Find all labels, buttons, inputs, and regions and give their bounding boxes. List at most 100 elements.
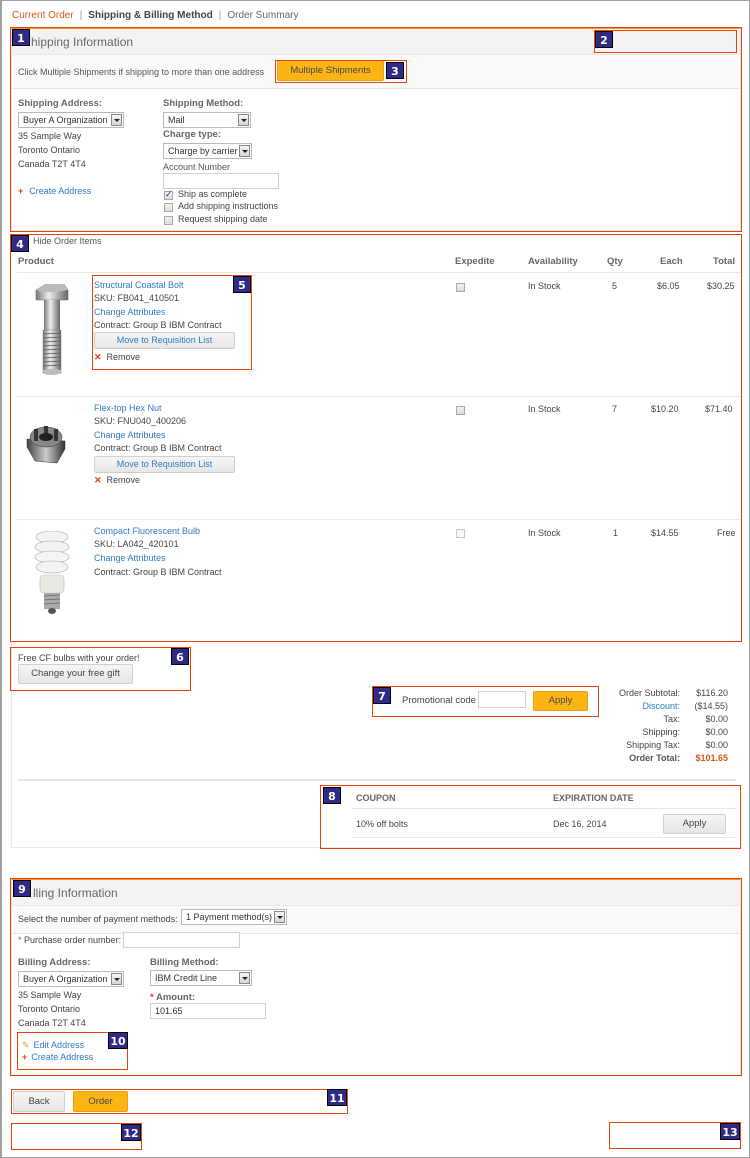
chevron-down-icon	[239, 972, 250, 984]
col-each: Each	[660, 256, 683, 267]
move-to-requisition-button[interactable]: Move to Requisition List	[94, 456, 235, 473]
order-button[interactable]: Order	[73, 1091, 128, 1112]
expiration-col-header: EXPIRATION DATE	[553, 793, 634, 803]
request-date-checkbox[interactable]	[164, 216, 173, 225]
product-name-link[interactable]: Structural Coastal Bolt	[94, 280, 184, 290]
billing-header: lling Information	[12, 880, 740, 906]
payment-count-bar: Select the number of payment methods:	[12, 906, 740, 934]
product-name-link[interactable]: Flex-top Hex Nut	[94, 403, 162, 413]
change-attributes-link[interactable]: Change Attributes	[94, 430, 166, 440]
callout-badge-12: 12	[121, 1124, 141, 1141]
shipping-address-select[interactable]: Buyer A Organization	[18, 112, 124, 128]
crumb-separator: |	[79, 10, 83, 21]
payment-count-select[interactable]: 1 Payment method(s)	[181, 909, 287, 925]
chevron-down-icon	[111, 114, 122, 126]
shipping-address-line: 35 Sample Way	[18, 131, 82, 141]
charge-type-label: Charge type:	[163, 129, 222, 140]
remove-x-icon: ✕	[94, 352, 102, 362]
product-name-link[interactable]: Compact Fluorescent Bulb	[94, 526, 200, 536]
promo-code-input[interactable]	[478, 691, 526, 708]
billing-method-select[interactable]: IBM Credit Line	[150, 970, 252, 986]
change-attributes-link[interactable]: Change Attributes	[94, 307, 166, 317]
move-to-requisition-button[interactable]: Move to Requisition List	[94, 332, 235, 349]
nut-product-image	[26, 426, 66, 464]
callout-badge-6: 6	[171, 648, 189, 665]
shipping-method-select[interactable]: Mail	[163, 112, 251, 128]
change-free-gift-button[interactable]: Change your free gift	[18, 664, 133, 684]
order-totals: Order Subtotal: $116.20 Discount: ($14.55)…	[590, 688, 730, 766]
chevron-down-icon	[239, 145, 250, 157]
callout-badge-9: 9	[13, 880, 31, 897]
billing-create-address-link[interactable]: + Create Address	[22, 1052, 93, 1062]
account-number-label: Account Number	[163, 162, 231, 172]
po-number-input[interactable]	[123, 932, 240, 948]
remove-link[interactable]: ✕ Remove	[94, 475, 140, 486]
account-number-input[interactable]	[163, 173, 279, 189]
totals-row: Discount: ($14.55)	[590, 701, 730, 714]
coupon-name: 10% off bolts	[356, 819, 408, 829]
crumb-current-order[interactable]: Current Order	[12, 10, 74, 21]
remove-label: Remove	[106, 475, 141, 485]
multiple-shipments-button[interactable]: Multiple Shipments	[277, 60, 384, 81]
ship-complete-checkbox[interactable]	[164, 189, 173, 200]
expedite-checkbox[interactable]	[456, 406, 465, 415]
order-total-value: $101.65	[695, 753, 728, 763]
availability: In Stock	[528, 281, 561, 291]
chevron-down-icon	[238, 114, 249, 126]
each-price: $14.55	[651, 528, 679, 538]
discount-link[interactable]: Discount:	[642, 701, 680, 711]
summary-divider	[18, 779, 736, 781]
totals-value: $0.00	[705, 714, 728, 724]
amount-label-text: Amount:	[155, 992, 196, 1003]
totals-row: Order Total: $101.65	[590, 753, 730, 766]
coupon-expiration: Dec 16, 2014	[553, 819, 607, 829]
expedite-checkbox[interactable]	[456, 283, 465, 292]
change-attributes-link[interactable]: Change Attributes	[94, 553, 166, 563]
hide-order-items-toggle[interactable]: Hide Order Items	[33, 236, 102, 246]
table-row: Compact Fluorescent Bulb SKU: LA042_4201…	[0, 525, 750, 635]
billing-address-line: Canada T2T 4T4	[18, 1018, 86, 1028]
billing-address-line: Toronto Ontario	[18, 1004, 81, 1014]
shipping-address-line: Canada T2T 4T4	[18, 159, 86, 169]
multi-shipment-hint: Click Multiple Shipments if shipping to …	[18, 67, 265, 77]
create-address-link[interactable]: + Create Address	[18, 186, 91, 196]
free-gift-text: Free CF bulbs with your order!	[18, 653, 140, 663]
callout-badge-2: 2	[595, 31, 613, 48]
edit-address-label: Edit Address	[33, 1040, 85, 1050]
totals-value: $116.20	[696, 688, 728, 698]
callout-badge-8: 8	[323, 787, 341, 804]
callout-badge-4: 4	[11, 235, 29, 252]
shipping-header: hipping Information	[12, 29, 740, 55]
product-sku: SKU: FB041_410501	[94, 293, 180, 303]
billing-address-label: Billing Address:	[18, 957, 91, 968]
promo-apply-button[interactable]: Apply	[533, 691, 588, 711]
coupon-row: 10% off bolts Dec 16, 2014 Apply	[352, 810, 736, 838]
billing-address-select[interactable]: Buyer A Organization	[18, 971, 124, 987]
shipping-title: hipping Information	[31, 35, 134, 49]
po-number-label-text: Purchase order number:	[24, 935, 122, 945]
bulb-product-image	[34, 531, 70, 614]
totals-label: Order Subtotal:	[618, 688, 680, 698]
table-header-divider	[17, 272, 741, 273]
callout-badge-5: 5	[233, 276, 251, 293]
remove-link[interactable]: ✕ Remove	[94, 352, 140, 363]
back-button[interactable]: Back	[13, 1091, 65, 1112]
billing-method-label: Billing Method:	[150, 957, 219, 968]
edit-address-link[interactable]: ✎ Edit Address	[22, 1040, 84, 1051]
availability: In Stock	[528, 404, 561, 414]
coupon-apply-button[interactable]: Apply	[663, 814, 726, 834]
charge-type-value: Charge by carrier	[168, 146, 238, 156]
product-contract: Contract: Group B IBM Contract	[94, 443, 222, 453]
line-total: Free	[717, 528, 736, 538]
multi-shipment-bar: Click Multiple Shipments if shipping to …	[12, 55, 740, 89]
each-price: $10.20	[651, 404, 679, 414]
request-date-label: Request shipping date	[178, 214, 268, 224]
amount-input[interactable]	[150, 1003, 266, 1019]
shipping-method-value: Mail	[168, 115, 185, 125]
charge-type-select[interactable]: Charge by carrier	[163, 143, 252, 159]
shipping-instructions-checkbox[interactable]	[164, 203, 173, 212]
qty: 7	[612, 404, 618, 414]
callout-badge-11: 11	[327, 1089, 347, 1106]
expedite-checkbox[interactable]	[456, 529, 465, 538]
amount-label: * Amount:	[150, 992, 195, 1003]
